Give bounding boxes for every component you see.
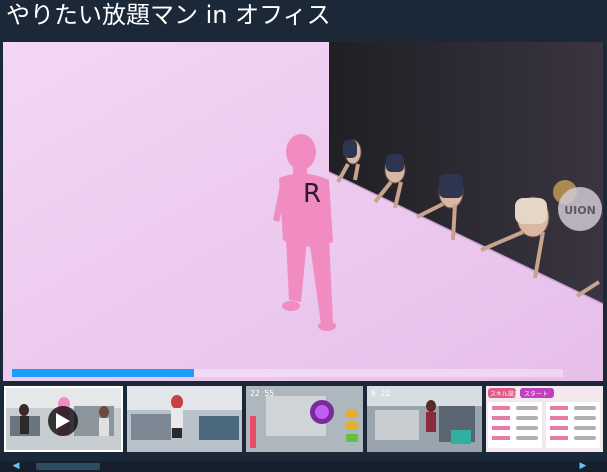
page-title: やりたい放題マン in オフィス <box>6 1 331 29</box>
thumbnail-office-2[interactable]: 6 22 <box>367 386 482 452</box>
uion-badge: UION <box>564 204 596 217</box>
thumbnail-image: スキル設定 スタート <box>486 386 603 452</box>
scroll-thumb[interactable] <box>36 463 100 470</box>
thumbnail-video[interactable] <box>4 386 123 452</box>
thumbnail-strip: 22 55 6 22 スキル設定 スタート <box>0 381 607 461</box>
hud-time: 22 55 <box>250 389 274 398</box>
arrow-right-icon[interactable]: ▶ <box>575 461 591 472</box>
screenshot-main: R UION <box>3 42 603 381</box>
thumbnail-image: 22 55 <box>246 386 363 452</box>
svg-text:R: R <box>303 179 321 209</box>
hud-time: 6 22 <box>371 389 390 398</box>
play-icon[interactable] <box>48 406 78 436</box>
thumbnail-gameplay-ui[interactable]: 22 55 <box>246 386 363 452</box>
video-progress-track[interactable] <box>12 369 563 377</box>
thumbnail-image: 6 22 <box>367 386 482 452</box>
media-viewer[interactable]: R UION <box>3 42 603 381</box>
thumbnail-settings-menu[interactable]: スキル設定 スタート <box>486 386 603 452</box>
settings-title: スキル設定 <box>490 390 520 398</box>
thumbnail-scrollbar[interactable]: ◀ ▶ <box>0 461 607 472</box>
thumbnail-image <box>127 386 242 452</box>
arrow-left-icon[interactable]: ◀ <box>8 461 24 472</box>
thumbnail-office-1[interactable] <box>127 386 242 452</box>
settings-start: スタート <box>524 390 548 398</box>
video-progress-fill <box>12 369 194 377</box>
